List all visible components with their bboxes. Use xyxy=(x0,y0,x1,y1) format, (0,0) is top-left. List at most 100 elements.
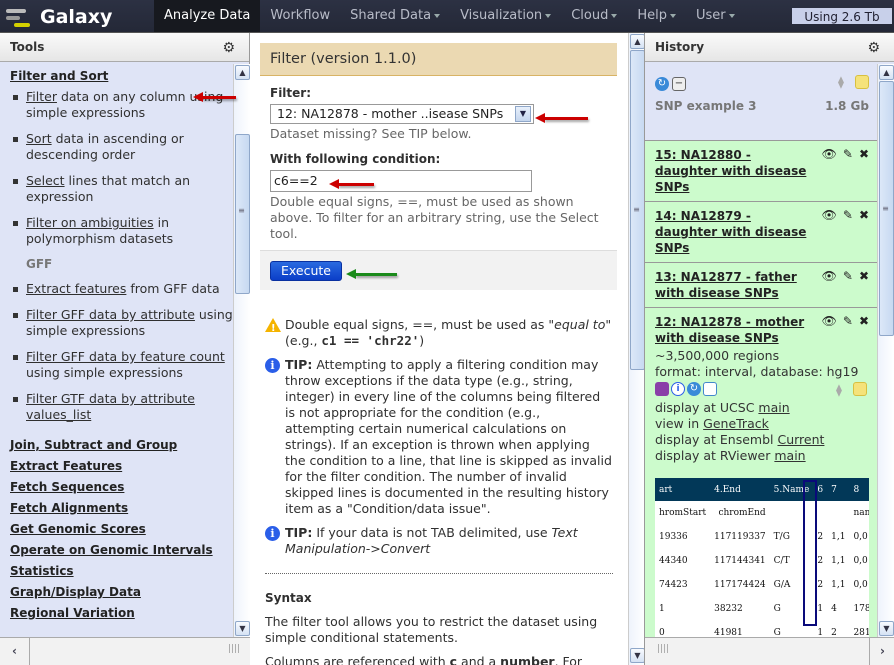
history-scrollbar[interactable]: ▲ ≡ ▼ xyxy=(877,64,894,639)
eye-icon[interactable]: 👁 xyxy=(822,208,837,222)
center-scrollbar[interactable]: ▲ ≡ ▼ xyxy=(628,33,645,665)
tool-link-filter-gff-attribute[interactable]: Filter GFF data by attribute xyxy=(26,307,195,322)
tab-visualization[interactable]: Visualization xyxy=(450,0,561,32)
display-link-ensembl-current[interactable]: Current xyxy=(777,432,824,447)
peek-cell: 0,0 xyxy=(853,532,868,542)
eye-icon[interactable]: 👁 xyxy=(822,314,837,328)
eye-icon[interactable]: 👁 xyxy=(822,269,837,283)
gear-icon[interactable]: ⚙ xyxy=(222,40,235,56)
tool-panel-footer: ‹ |||| xyxy=(0,637,250,665)
scroll-up-button[interactable]: ▲ xyxy=(235,65,250,80)
dataset-actions: 👁 ✎ ✖ xyxy=(822,208,869,222)
dataset-select[interactable]: 12: NA12878 - mother ..isease SNPs ▼ xyxy=(270,104,534,124)
rerun-icon[interactable]: ↻ xyxy=(687,382,701,396)
execute-button[interactable]: Execute xyxy=(270,261,342,281)
tool-link-filter-gff-feature-count[interactable]: Filter GFF data by feature count xyxy=(26,349,225,364)
tab-workflow[interactable]: Workflow xyxy=(260,0,340,32)
display-link-rviewer-main[interactable]: main xyxy=(774,448,805,463)
peek-subheader-row: hromStart chromEnd name xyxy=(655,501,869,525)
tool-section-get-genomic-scores[interactable]: Get Genomic Scores xyxy=(10,519,233,540)
pencil-icon[interactable]: ✎ xyxy=(843,314,853,328)
tool-link-filter-ambiguities[interactable]: Filter on ambiguities xyxy=(26,215,154,230)
tool-link-filter-gtf-attribute[interactable]: Filter GTF data by attribute values_list xyxy=(26,391,195,422)
tags-icon[interactable]: ⧫ xyxy=(836,382,850,397)
tab-help[interactable]: Help xyxy=(627,0,686,32)
peek-cell: 0,0 xyxy=(853,556,868,566)
dataset-title[interactable]: 15: NA12880 - daughter with disease SNPs xyxy=(655,147,815,195)
tool-link-select[interactable]: Select xyxy=(26,173,65,188)
peek-cell: 1,1 xyxy=(831,532,846,542)
tab-label: Help xyxy=(637,8,667,23)
tool-section-filter-and-sort[interactable]: Filter and Sort xyxy=(10,69,233,83)
syntax-text: The filter tool allows you to restrict t… xyxy=(265,614,598,645)
warning-note: ! Double equal signs, ==, must be used a… xyxy=(265,317,613,349)
tool-link-extract-features[interactable]: Extract features xyxy=(26,281,126,296)
dataset-title[interactable]: 14: NA12879 - daughter with disease SNPs xyxy=(655,208,815,256)
tool-help: ! Double equal signs, ==, must be used a… xyxy=(265,317,613,665)
refresh-icon[interactable]: ↻ xyxy=(655,77,669,91)
scroll-up-button[interactable]: ▲ xyxy=(879,65,894,80)
tool-panel-scrollbar[interactable]: ▲ ≡ ▼ xyxy=(233,64,250,639)
collapse-icon[interactable]: − xyxy=(672,77,686,91)
collapse-right-button[interactable]: › xyxy=(869,638,894,665)
visualize-icon[interactable] xyxy=(703,382,717,396)
resize-grip-icon[interactable]: |||| xyxy=(657,644,669,654)
dataset-title[interactable]: 12: NA12878 - mother with disease SNPs xyxy=(655,314,815,346)
annotation-icon[interactable] xyxy=(853,382,867,396)
annotation-arrow-red xyxy=(329,179,374,189)
tool-section-join-subtract-group[interactable]: Join, Subtract and Group xyxy=(10,435,233,456)
tab-label: Shared Data xyxy=(350,8,432,23)
condition-input[interactable]: c6==2 xyxy=(270,170,532,192)
peek-cell xyxy=(827,501,849,525)
tool-section-regional-variation[interactable]: Regional Variation xyxy=(10,603,233,624)
info-icon[interactable]: i xyxy=(671,382,685,396)
tab-analyze-data[interactable]: Analyze Data xyxy=(154,0,261,32)
pencil-icon[interactable]: ✎ xyxy=(843,147,853,161)
tags-icon[interactable]: ⧫ xyxy=(838,75,852,89)
brand[interactable]: Galaxy xyxy=(6,4,112,30)
peek-cell: 2 xyxy=(831,628,837,638)
syntax-more-c: c xyxy=(449,654,458,665)
display-link-label: view in xyxy=(655,416,704,431)
tool-item: Filter GFF data by feature count using s… xyxy=(10,349,233,381)
tool-link-filter[interactable]: Filter xyxy=(26,89,57,104)
tool-section-operate-genomic-intervals[interactable]: Operate on Genomic Intervals xyxy=(10,540,233,561)
display-link-genetrack[interactable]: GeneTrack xyxy=(703,416,769,431)
warning-code: c1 == 'chr22' xyxy=(321,333,420,348)
tab-user[interactable]: User xyxy=(686,0,745,32)
chevron-down-icon[interactable]: ▼ xyxy=(515,106,531,122)
peek-cell: 178 xyxy=(853,604,869,614)
delete-icon[interactable]: ✖ xyxy=(859,314,869,328)
history-item: 15: NA12880 - daughter with disease SNPs… xyxy=(645,141,877,202)
peek-row: 0 41981 G 1 2 281 xyxy=(655,621,869,638)
tip-text: Attempting to apply a filtering conditio… xyxy=(285,357,612,516)
tool-section-extract-features[interactable]: Extract Features xyxy=(10,456,233,477)
collapse-left-button[interactable]: ‹ xyxy=(0,638,30,665)
peek-cell: 4 xyxy=(831,604,837,614)
tool-section-statistics[interactable]: Statistics xyxy=(10,561,233,582)
resize-grip-icon[interactable]: |||| xyxy=(228,644,240,654)
tool-link-sort[interactable]: Sort xyxy=(26,131,52,146)
tab-cloud[interactable]: Cloud xyxy=(561,0,627,32)
grip-icon: ≡ xyxy=(238,206,245,215)
scroll-down-button[interactable]: ▼ xyxy=(879,621,894,636)
delete-icon[interactable]: ✖ xyxy=(859,269,869,283)
pencil-icon[interactable]: ✎ xyxy=(843,208,853,222)
delete-icon[interactable]: ✖ xyxy=(859,208,869,222)
scroll-down-button[interactable]: ▼ xyxy=(630,648,645,663)
scroll-down-button[interactable]: ▼ xyxy=(235,621,250,636)
pencil-icon[interactable]: ✎ xyxy=(843,269,853,283)
tab-shared-data[interactable]: Shared Data xyxy=(340,0,450,32)
tool-section-fetch-sequences[interactable]: Fetch Sequences xyxy=(10,477,233,498)
annotation-icon[interactable] xyxy=(855,75,869,89)
tool-section-fetch-alignments[interactable]: Fetch Alignments xyxy=(10,498,233,519)
scroll-up-button[interactable]: ▲ xyxy=(630,34,645,49)
dataset-title[interactable]: 13: NA12877 - father with disease SNPs xyxy=(655,269,815,301)
eye-icon[interactable]: 👁 xyxy=(822,147,837,161)
delete-icon[interactable]: ✖ xyxy=(859,147,869,161)
save-icon[interactable] xyxy=(655,382,669,396)
grip-icon: ≡ xyxy=(882,204,889,213)
tool-section-graph-display-data[interactable]: Graph/Display Data xyxy=(10,582,233,603)
display-link-ucsc-main[interactable]: main xyxy=(758,400,789,415)
gear-icon[interactable]: ⚙ xyxy=(867,40,880,56)
